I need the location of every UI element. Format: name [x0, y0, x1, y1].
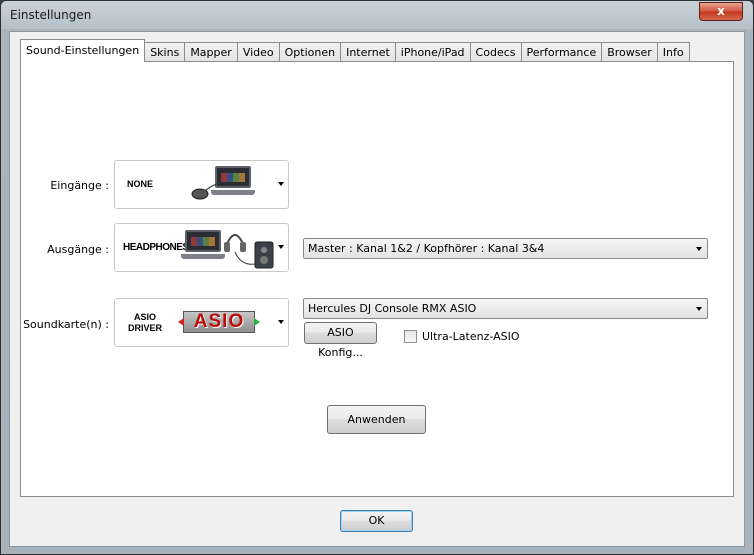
soundcard-device-line1: ASIO: [133, 312, 156, 322]
soundcard-device-selector[interactable]: ASIO DRIVER ASIO: [114, 298, 289, 347]
tab-info[interactable]: Info: [657, 42, 690, 62]
tab-mapper[interactable]: Mapper: [185, 42, 238, 62]
tab-skins[interactable]: Skins: [145, 42, 186, 62]
outputs-label: Ausgänge :: [47, 243, 109, 256]
output-routing-value: Master : Kanal 1&2 / Kopfhörer : Kanal 3…: [308, 242, 545, 255]
close-button[interactable]: x: [699, 2, 743, 21]
inputs-label: Eingänge :: [50, 179, 109, 192]
dialog-client-area: Sound-Einstellungen Skins Mapper Video O…: [9, 31, 745, 547]
sound-settings-panel: Eingänge : NONE Ausgänge : HEADPHONES Ma…: [20, 61, 734, 497]
apply-button[interactable]: Anwenden: [327, 405, 426, 434]
tab-video[interactable]: Video: [237, 42, 280, 62]
window-title: Einstellungen: [10, 8, 92, 22]
tab-internet[interactable]: Internet: [341, 42, 396, 62]
soundcard-label: Soundkarte(n) :: [23, 318, 109, 331]
soundcard-device-name: ASIO DRIVER: [123, 312, 167, 334]
ultra-latency-label: Ultra-Latenz-ASIO: [422, 330, 520, 343]
ok-button[interactable]: OK: [340, 510, 413, 532]
tab-iphone-ipad[interactable]: iPhone/iPad: [395, 42, 471, 62]
output-routing-select[interactable]: Master : Kanal 1&2 / Kopfhörer : Kanal 3…: [303, 238, 708, 259]
tab-optionen[interactable]: Optionen: [279, 42, 342, 62]
inputs-device-name: NONE: [127, 179, 154, 189]
outputs-device-selector[interactable]: HEADPHONES: [114, 223, 289, 272]
outputs-device-name: HEADPHONES: [123, 242, 189, 253]
title-bar[interactable]: Einstellungen x: [1, 1, 753, 29]
inputs-dropdown-arrow-icon: [278, 182, 284, 186]
settings-window: Einstellungen x Sound-Einstellungen Skin…: [0, 0, 754, 555]
asio-config-button[interactable]: ASIO Konfig...: [304, 322, 377, 359]
tab-browser[interactable]: Browser: [602, 42, 658, 62]
ultra-latency-checkbox[interactable]: [404, 330, 417, 343]
tab-codecs[interactable]: Codecs: [470, 42, 522, 62]
headphones-speaker-icon: [224, 234, 274, 269]
chevron-down-icon: [696, 307, 702, 311]
asio-logo: ASIO: [178, 311, 260, 333]
soundcard-dropdown-arrow-icon: [278, 320, 284, 324]
turntable-input-icon: [191, 182, 220, 200]
tab-sound-einstellungen[interactable]: Sound-Einstellungen: [20, 39, 146, 62]
soundcard-device-line2: DRIVER: [127, 323, 162, 333]
soundcard-selected-value: Hercules DJ Console RMX ASIO: [308, 302, 477, 315]
tab-strip: Sound-Einstellungen Skins Mapper Video O…: [20, 39, 690, 62]
chevron-down-icon: [696, 247, 702, 251]
outputs-dropdown-arrow-icon: [278, 245, 284, 249]
soundcard-select[interactable]: Hercules DJ Console RMX ASIO: [303, 298, 708, 319]
tab-performance[interactable]: Performance: [521, 42, 603, 62]
inputs-device-selector[interactable]: NONE: [114, 160, 289, 209]
